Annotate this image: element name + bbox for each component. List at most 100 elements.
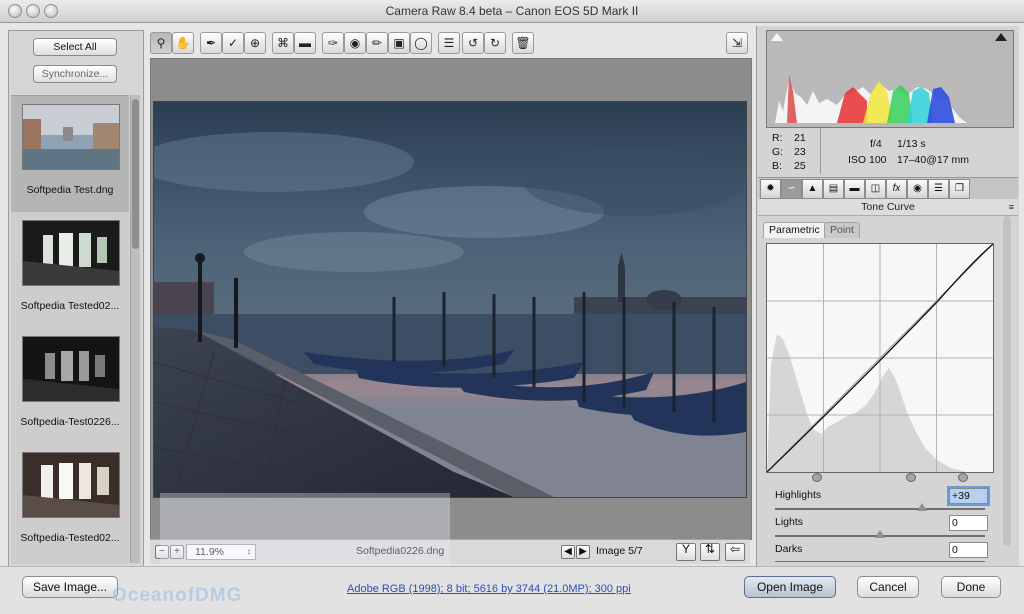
red-eye-icon[interactable]: ◉	[344, 32, 366, 54]
tab-tone-curve[interactable]: ∽	[781, 179, 802, 199]
filmstrip-scrollbar[interactable]	[130, 95, 140, 563]
aperture-value: f/4	[870, 138, 882, 150]
tab-point[interactable]: Point	[824, 222, 860, 238]
tool-bar: ⚲ ✋ ✒ ✓ ⊕ ⌘ ▬ ✑ ◉ ✏ ▣ ◯ ☰ ↺ ↻ 🗑 ⇲	[150, 32, 750, 56]
scrollbar-track[interactable]	[1003, 216, 1011, 546]
previous-image-button[interactable]: ◀	[561, 545, 575, 559]
lights-value-field[interactable]: 0	[949, 515, 988, 531]
tab-lens-corrections[interactable]: ◫	[865, 179, 886, 199]
tab-parametric[interactable]: Parametric	[763, 222, 826, 238]
white-balance-icon[interactable]: ✒	[200, 32, 222, 54]
zoom-window-button[interactable]	[44, 4, 58, 18]
thumbnail-label: Softpedia-Test0226...	[20, 416, 120, 428]
venice-photo	[154, 102, 746, 497]
thumbnail-label: Softpedia-Tested02...	[20, 532, 120, 544]
close-window-button[interactable]	[8, 4, 22, 18]
straighten-icon[interactable]: ▬	[294, 32, 316, 54]
filmstrip: Softpedia Test.dng Softpedia Tested02...	[11, 95, 129, 564]
thumbnail-item[interactable]: Softpedia Test.dng	[11, 96, 129, 212]
camera-info: R: 21 G: 23 B: 25 f/4 1/13 s ISO 100 17–…	[766, 128, 1012, 176]
thumbnail-image	[22, 336, 120, 402]
shadows-split-handle[interactable]	[812, 473, 822, 482]
crop-icon[interactable]: ⌘	[272, 32, 294, 54]
tab-detail[interactable]: ▲	[802, 179, 823, 199]
rgb-b-value: 25	[794, 160, 806, 172]
histogram-graph	[767, 31, 1013, 127]
targeted-adjust-icon[interactable]: ⊕	[244, 32, 266, 54]
rgb-r-label: R:	[772, 132, 783, 144]
thumbnail-label: Softpedia Tested02...	[20, 300, 120, 312]
thumbnail-item[interactable]: Softpedia-Tested02...	[11, 444, 129, 560]
trash-icon[interactable]: 🗑	[512, 32, 534, 54]
rgb-g-label: G:	[772, 146, 784, 158]
lights-label: Lights	[775, 516, 804, 528]
section-title: Tone Curve ≡	[758, 199, 1018, 216]
watermark-graphic	[160, 493, 450, 568]
radial-filter-icon[interactable]: ◯	[410, 32, 432, 54]
preferences-icon[interactable]: ☰	[438, 32, 460, 54]
shutter-value: 1/13 s	[897, 138, 926, 150]
tab-snapshots[interactable]: ❐	[949, 179, 970, 199]
highlights-value-field[interactable]: +39	[947, 486, 990, 506]
darks-label: Darks	[775, 543, 803, 555]
toggle-settings-icon[interactable]: ⇦	[725, 543, 745, 561]
midtones-split-handle[interactable]	[906, 473, 916, 482]
synchronize-button[interactable]: Synchronize...	[33, 65, 117, 83]
iso-value: ISO 100	[848, 154, 887, 166]
lights-slider-knob[interactable]	[875, 530, 885, 538]
color-sampler-icon[interactable]: ✓	[222, 32, 244, 54]
select-all-button[interactable]: Select All	[33, 38, 117, 56]
panel-tabs: ✹ ∽ ▲ ▤ ▬ ◫ fx ◉ ☰ ❐	[758, 177, 1018, 200]
scrollbar-thumb[interactable]	[132, 99, 139, 249]
rotate-left-icon[interactable]: ↺	[462, 32, 484, 54]
next-image-button[interactable]: ▶	[576, 545, 590, 559]
graduated-filter-icon[interactable]: ▣	[388, 32, 410, 54]
section-title-text: Tone Curve	[861, 201, 915, 213]
save-image-button[interactable]: Save Image...	[22, 576, 118, 598]
thumbnail-item[interactable]: Softpedia-Test0226...	[11, 328, 129, 444]
tone-curve-graph[interactable]	[766, 243, 994, 473]
thumbnail-image	[22, 452, 120, 518]
highlights-split-handle[interactable]	[958, 473, 968, 482]
highlights-slider-knob[interactable]	[917, 503, 927, 511]
tab-hsl[interactable]: ▤	[823, 179, 844, 199]
tab-basic[interactable]: ✹	[760, 179, 781, 199]
minimize-window-button[interactable]	[26, 4, 40, 18]
rgb-g-value: 23	[794, 146, 806, 158]
before-after-icon[interactable]: ⇅	[700, 543, 720, 561]
rgb-b-label: B:	[772, 160, 782, 172]
title-bar: Camera Raw 8.4 beta – Canon EOS 5D Mark …	[0, 0, 1024, 23]
tone-curve	[766, 243, 994, 473]
fullscreen-icon[interactable]: ⇲	[726, 32, 748, 54]
darks-value-field[interactable]: 0	[949, 542, 988, 558]
done-button[interactable]: Done	[941, 576, 1001, 598]
rgb-r-value: 21	[794, 132, 806, 144]
thumbnail-item[interactable]: Softpedia Tested02...	[11, 212, 129, 328]
image-counter: Image 5/7	[596, 545, 643, 557]
thumbnail-label: Softpedia Test.dng	[26, 184, 114, 196]
cancel-button[interactable]: Cancel	[857, 576, 919, 598]
tab-split-toning[interactable]: ▬	[844, 179, 865, 199]
highlights-slider[interactable]	[775, 508, 985, 510]
filter-icon[interactable]: Y	[676, 543, 696, 561]
histogram	[766, 30, 1014, 128]
open-image-button[interactable]: Open Image	[744, 576, 836, 598]
adjustment-brush-icon[interactable]: ✏	[366, 32, 388, 54]
preview-image[interactable]	[153, 101, 747, 498]
divider	[820, 128, 821, 174]
rotate-right-icon[interactable]: ↻	[484, 32, 506, 54]
panel-menu-icon[interactable]: ≡	[1009, 199, 1014, 215]
lens-value: 17–40@17 mm	[897, 154, 969, 166]
zoom-icon[interactable]: ⚲	[150, 32, 172, 54]
tab-effects[interactable]: fx	[886, 179, 907, 199]
adjustments-scrollbar[interactable]	[1002, 216, 1012, 566]
highlights-label: Highlights	[775, 489, 822, 501]
thumbnail-image	[22, 220, 120, 286]
window-title: Camera Raw 8.4 beta – Canon EOS 5D Mark …	[385, 4, 639, 18]
darks-slider[interactable]	[775, 561, 985, 562]
tab-presets[interactable]: ☰	[928, 179, 949, 199]
spot-removal-icon[interactable]: ✑	[322, 32, 344, 54]
workflow-options-link[interactable]: Adobe RGB (1998); 8 bit; 5616 by 3744 (2…	[347, 583, 631, 595]
hand-icon[interactable]: ✋	[172, 32, 194, 54]
tab-camera-calibration[interactable]: ◉	[907, 179, 928, 199]
